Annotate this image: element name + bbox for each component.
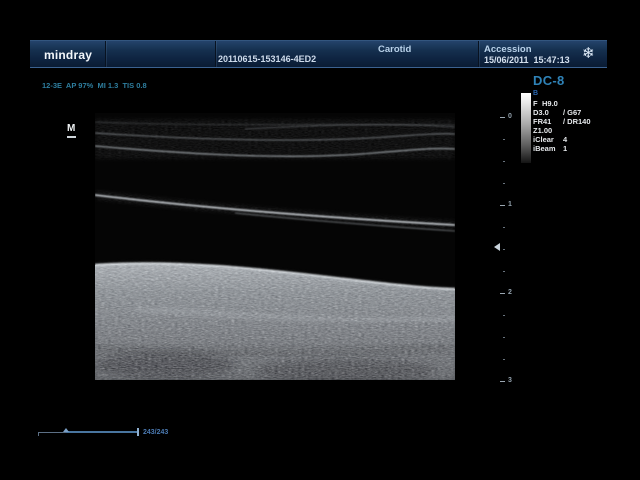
ruler-label: 0: [508, 113, 512, 121]
ruler-minor-tick: [503, 337, 505, 338]
ruler-minor-tick: [503, 183, 505, 184]
ruler-minor-tick: [503, 315, 505, 316]
model-label: DC-8: [533, 73, 565, 88]
cine-position-handle[interactable]: [137, 428, 139, 436]
header-bar: mindray 20110615-153146-4ED2 Carotid Acc…: [30, 40, 607, 68]
carotid-bmode-graphic: [95, 113, 455, 380]
param-key: D3.0: [533, 108, 563, 117]
ruler-minor-tick: [503, 161, 505, 162]
param-row-zoom: Z1.00: [533, 126, 591, 135]
header-separator: [215, 41, 216, 67]
ruler-tick: [500, 205, 505, 206]
param-value: 4: [563, 135, 567, 144]
param-key: FR41: [533, 117, 563, 126]
ultrasound-image: [95, 113, 455, 380]
accession-label: Accession: [484, 44, 532, 55]
ruler-label: 2: [508, 289, 512, 297]
param-row-ibeam: iBeam1: [533, 144, 591, 153]
freeze-snowflake-icon: ❄: [582, 45, 595, 63]
mode-indicator: B: [533, 90, 538, 97]
param-value: 1: [563, 144, 567, 153]
ruler-label: 3: [508, 377, 512, 385]
cine-active-range[interactable]: [66, 431, 137, 433]
header-separator: [478, 41, 479, 67]
param-key: iClear: [533, 135, 563, 144]
param-key: iBeam: [533, 144, 563, 153]
ruler-tick: [500, 293, 505, 294]
orientation-marker: M: [67, 123, 75, 134]
ruler-minor-tick: [503, 139, 505, 140]
exam-type-label: Carotid: [378, 44, 411, 55]
param-row-frequency: FH9.0: [533, 99, 591, 108]
ruler-tick: [500, 117, 505, 118]
param-value: / DR140: [563, 117, 591, 126]
mindray-logo: mindray: [44, 48, 92, 62]
ruler-minor-tick: [503, 227, 505, 228]
study-id: 20110615-153146-4ED2: [218, 54, 316, 64]
image-parameters: FH9.0 D3.0/ G67 FR41/ DR140 Z1.00 iClear…: [533, 99, 591, 153]
param-row-framerate-dynamicrange: FR41/ DR140: [533, 117, 591, 126]
param-key: Z1.00: [533, 126, 563, 135]
ruler-minor-tick: [503, 359, 505, 360]
ruler-minor-tick: [503, 249, 505, 250]
header-separator: [105, 41, 106, 67]
focus-position-icon: [494, 243, 500, 251]
param-row-iclear: iClear4: [533, 135, 591, 144]
ruler-tick: [500, 381, 505, 382]
param-value: H9.0: [542, 99, 558, 108]
orientation-marker-bar: [67, 136, 76, 138]
grayscale-bar: [521, 93, 531, 163]
datetime-label: 15/06/2011 15:47:13: [484, 55, 570, 65]
cine-start-marker-icon[interactable]: [63, 428, 69, 432]
param-key: F: [533, 99, 542, 108]
ruler-label: 1: [508, 201, 512, 209]
ultrasound-screen: mindray 20110615-153146-4ED2 Carotid Acc…: [0, 0, 640, 480]
param-value: / G67: [563, 108, 581, 117]
probe-info-line: 12-3E AP 97% MI 1.3 TIS 0.8: [42, 81, 147, 90]
cine-track-start: [38, 432, 39, 436]
ruler-minor-tick: [503, 271, 505, 272]
cine-frame-counter: 243/243: [143, 429, 168, 436]
param-row-depth-gain: D3.0/ G67: [533, 108, 591, 117]
